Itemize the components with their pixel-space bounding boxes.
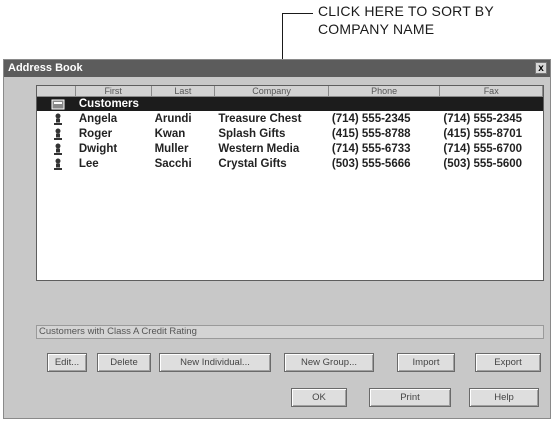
group-row-customers[interactable]: Customers [37,97,543,111]
callout-leader-line [282,13,313,14]
column-header-last[interactable]: Last [151,86,216,97]
title-bar[interactable]: Address Book x [4,60,550,77]
close-icon: x [538,63,544,74]
ok-button[interactable]: OK [291,388,347,407]
new-group-button[interactable]: New Group... [284,353,374,372]
fax: (503) 555-5600 [443,158,523,170]
phone: (714) 555-6733 [331,143,411,155]
person-icon [37,127,76,141]
group-description: Customers with Class A Credit Rating [36,325,544,339]
fax: (714) 555-6700 [443,143,523,155]
phone: (503) 555-5666 [331,158,411,170]
close-button[interactable]: x [535,62,547,74]
person-icon [37,142,76,156]
list-item[interactable]: Lee Sacchi Crystal Gifts (503) 555-5666 … [37,157,543,171]
company: Western Media [218,143,300,155]
fax: (415) 555-8701 [443,128,523,140]
print-button[interactable]: Print [369,388,451,407]
last-name: Arundi [154,113,192,125]
first-name: Angela [78,113,118,125]
contact-list[interactable]: First Last Company Phone Fax Customers A… [36,85,544,281]
list-item[interactable]: Roger Kwan Splash Gifts (415) 555-8788 (… [37,127,543,141]
column-header-icon[interactable] [37,86,76,97]
first-name: Roger [78,128,113,140]
edit-button[interactable]: Edit... [47,353,87,372]
person-icon [37,157,76,171]
list-item[interactable]: Angela Arundi Treasure Chest (714) 555-2… [37,112,543,126]
callout-line-1: CLICK HERE TO SORT BY [318,3,494,19]
phone: (714) 555-2345 [331,113,411,125]
person-icon [37,112,76,126]
fax: (714) 555-2345 [443,113,523,125]
column-header-fax[interactable]: Fax [440,86,543,97]
column-header-phone[interactable]: Phone [328,86,441,97]
column-header-first[interactable]: First [75,86,152,97]
last-name: Sacchi [154,158,192,170]
column-header-row: First Last Company Phone Fax [37,86,543,97]
column-header-company[interactable]: Company [215,86,329,97]
last-name: Muller [154,143,189,155]
import-button[interactable]: Import [397,353,455,372]
callout-line-2: COMPANY NAME [318,21,435,37]
company: Crystal Gifts [218,158,287,170]
last-name: Kwan [154,128,186,140]
first-name: Dwight [78,143,118,155]
callout-text: CLICK HERE TO SORT BY COMPANY NAME [318,2,494,38]
company: Splash Gifts [218,128,286,140]
group-name: Customers [78,98,139,110]
window-title: Address Book [8,62,83,74]
first-name: Lee [78,158,99,170]
help-button[interactable]: Help [469,388,539,407]
group-book-icon [37,97,76,111]
address-book-window: Address Book x First Last Company Phone … [3,59,551,419]
new-individual-button[interactable]: New Individual... [159,353,271,372]
phone: (415) 555-8788 [331,128,411,140]
delete-button[interactable]: Delete [97,353,151,372]
list-item[interactable]: Dwight Muller Western Media (714) 555-67… [37,142,543,156]
company: Treasure Chest [218,113,302,125]
export-button[interactable]: Export [475,353,541,372]
